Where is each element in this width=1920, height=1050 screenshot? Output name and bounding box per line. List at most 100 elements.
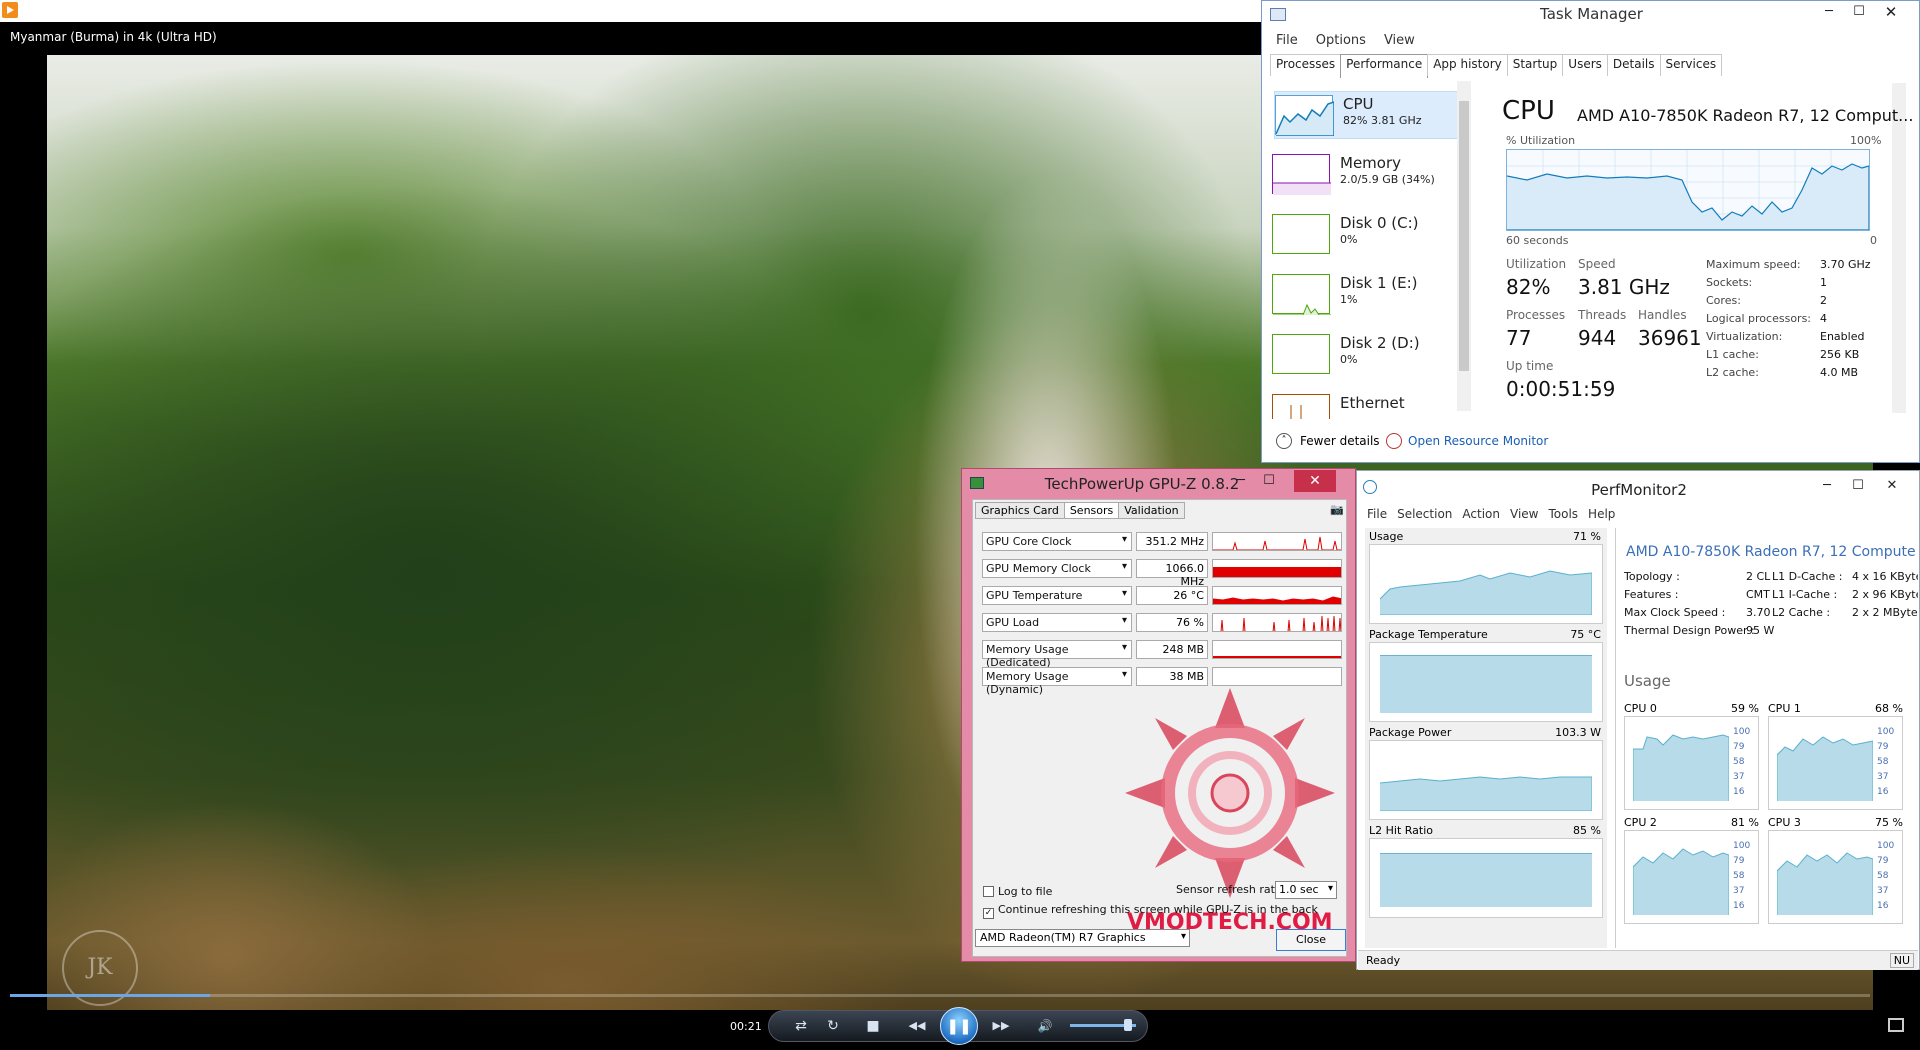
core-value: 81 % [1731, 816, 1759, 829]
sidebar-sub: 0% [1340, 353, 1358, 366]
tab-services[interactable]: Services [1659, 54, 1723, 76]
maximize-icon[interactable]: ☐ [1844, 3, 1874, 21]
cpu-utilization-graph [1506, 149, 1870, 231]
gpu-select-dropdown[interactable]: AMD Radeon(TM) R7 Graphics ▾ [975, 929, 1190, 947]
sidebar-scrollbar-thumb[interactable] [1459, 101, 1469, 371]
sidebar-item-disk-0[interactable]: Disk 0 (C:) 0% [1272, 211, 1452, 259]
sidebar-item-memory[interactable]: Memory 2.0/5.9 GB (34%) [1272, 151, 1452, 199]
fullscreen-icon[interactable] [1888, 1018, 1904, 1032]
core-axis: 100 79 58 37 16 [1877, 727, 1895, 797]
tab-sensors[interactable]: Sensors [1063, 502, 1120, 519]
volume-icon[interactable]: 🔊 [1034, 1016, 1056, 1036]
checkbox-box[interactable]: ✓ [983, 908, 994, 919]
topology-key: L2 Cache : [1772, 606, 1831, 619]
camera-icon[interactable]: 📷 [1330, 503, 1344, 516]
detail-value: 256 KB [1820, 348, 1860, 361]
maximize-icon[interactable]: ☐ [1254, 472, 1284, 490]
sidebar-sub: 0% [1340, 233, 1358, 246]
seek-bar[interactable] [10, 994, 1870, 997]
menu-view[interactable]: View [1384, 33, 1415, 48]
package-power-panel: Package Power 103.3 W [1369, 726, 1603, 824]
cpu-thumbnail-graph [1275, 95, 1335, 137]
panel-value: 85 % [1573, 824, 1601, 837]
detail-value: 4.0 MB [1820, 366, 1859, 379]
sensor-name-dropdown[interactable]: Memory Usage (Dedicated) [982, 640, 1132, 669]
cpu-model: AMD A10-7850K Radeon R7, 12 Comput... [1577, 106, 1914, 125]
main-scrollbar[interactable] [1892, 83, 1906, 413]
tab-details[interactable]: Details [1606, 54, 1661, 76]
sidebar-label: Memory [1340, 154, 1402, 172]
sidebar-item-ethernet[interactable]: Ethernet [1272, 391, 1452, 419]
core-value: 59 % [1731, 702, 1759, 715]
utilization-value: 82% [1506, 275, 1551, 299]
maximize-icon[interactable]: ☐ [1843, 477, 1873, 495]
core-axis: 100 79 58 37 16 [1733, 841, 1751, 911]
shuffle-icon[interactable]: ⇄ [790, 1016, 812, 1036]
detail-key: Cores: [1706, 294, 1741, 307]
close-icon[interactable]: ✕ [1294, 470, 1336, 492]
minimize-icon[interactable]: ─ [1814, 3, 1844, 21]
minimize-icon[interactable]: ─ [1812, 477, 1842, 495]
tab-graphics-card[interactable]: Graphics Card [975, 502, 1065, 519]
tab-app-history[interactable]: App history [1427, 54, 1508, 76]
sidebar-item-disk-2[interactable]: Disk 2 (D:) 0% [1272, 331, 1452, 379]
detail-value: 2 [1820, 294, 1827, 307]
sensor-name-dropdown[interactable]: GPU Core Clock [982, 532, 1132, 551]
menu-view[interactable]: View [1510, 507, 1538, 521]
topology-key: L1 I-Cache : [1772, 588, 1838, 601]
previous-icon[interactable]: ◀◀ [900, 1016, 934, 1036]
panel-label: Package Temperature [1369, 628, 1488, 641]
sensor-name-dropdown[interactable]: Memory Usage (Dynamic) [982, 667, 1132, 696]
tab-startup[interactable]: Startup [1506, 54, 1564, 76]
menu-action[interactable]: Action [1462, 507, 1500, 521]
close-icon[interactable]: ✕ [1876, 3, 1906, 21]
menu-file[interactable]: File [1367, 507, 1387, 521]
sensor-name-dropdown[interactable]: GPU Load [982, 613, 1132, 632]
volume-slider-knob[interactable] [1124, 1019, 1132, 1031]
uptime-label: Up time [1506, 359, 1554, 373]
sensor-row: GPU Memory Clock 1066.0 MHz [982, 559, 1342, 588]
menu-help[interactable]: Help [1588, 507, 1615, 521]
sidebar-label: Ethernet [1340, 394, 1405, 412]
next-icon[interactable]: ▶▶ [984, 1016, 1018, 1036]
panel-label: Package Power [1369, 726, 1452, 739]
chevron-up-icon[interactable]: ˄ [1276, 433, 1292, 449]
core-label: CPU 3 [1768, 816, 1801, 829]
menu-options[interactable]: Options [1316, 33, 1366, 48]
status-indicator: NU [1889, 953, 1914, 968]
refresh-rate-select[interactable]: 1.0 sec ▾ [1275, 881, 1337, 899]
open-resource-monitor-link[interactable]: Open Resource Monitor [1408, 434, 1548, 448]
menu-file[interactable]: File [1276, 33, 1298, 48]
log-to-file-checkbox[interactable]: Log to file [983, 885, 1052, 898]
sidebar-label: Disk 1 (E:) [1340, 274, 1418, 292]
close-icon[interactable]: ✕ [1877, 477, 1907, 495]
tab-users[interactable]: Users [1562, 54, 1608, 76]
sidebar-item-disk-1[interactable]: Disk 1 (E:) 1% [1272, 271, 1452, 319]
sidebar-label: CPU [1343, 95, 1374, 113]
menu-tools[interactable]: Tools [1548, 507, 1578, 521]
utilization-max-label: 100% [1850, 134, 1882, 147]
tab-processes[interactable]: Processes [1270, 54, 1342, 76]
close-button[interactable]: Close [1276, 929, 1346, 951]
checkbox-box[interactable] [983, 886, 994, 897]
topology-key: L1 D-Cache : [1772, 570, 1843, 583]
pause-icon[interactable]: ❚❚ [940, 1007, 978, 1045]
topology-value: 4 x 16 KByte [1852, 570, 1918, 583]
sidebar-sub: 82% 3.81 GHz [1343, 114, 1422, 127]
sensor-name-dropdown[interactable]: GPU Temperature [982, 586, 1132, 605]
sidebar-label: Disk 0 (C:) [1340, 214, 1419, 232]
menu-selection[interactable]: Selection [1397, 507, 1452, 521]
media-player-app-icon[interactable] [2, 2, 18, 18]
core-graph: 100 79 58 37 16 [1624, 716, 1759, 810]
stop-icon[interactable]: ■ [862, 1016, 884, 1036]
continue-refresh-checkbox[interactable]: ✓ Continue refreshing this screen while G… [983, 903, 1318, 919]
tab-performance[interactable]: Performance [1340, 54, 1429, 78]
sensor-name-dropdown[interactable]: GPU Memory Clock [982, 559, 1132, 578]
fewer-details-link[interactable]: Fewer details [1300, 434, 1380, 448]
tab-validation[interactable]: Validation [1118, 502, 1185, 519]
repeat-icon[interactable]: ↻ [822, 1016, 844, 1036]
sidebar-item-cpu[interactable]: CPU 82% 3.81 GHz [1274, 91, 1464, 139]
minimize-icon[interactable]: ─ [1226, 472, 1256, 490]
status-text: Ready [1366, 954, 1401, 967]
detail-key: Virtualization: [1706, 330, 1783, 343]
